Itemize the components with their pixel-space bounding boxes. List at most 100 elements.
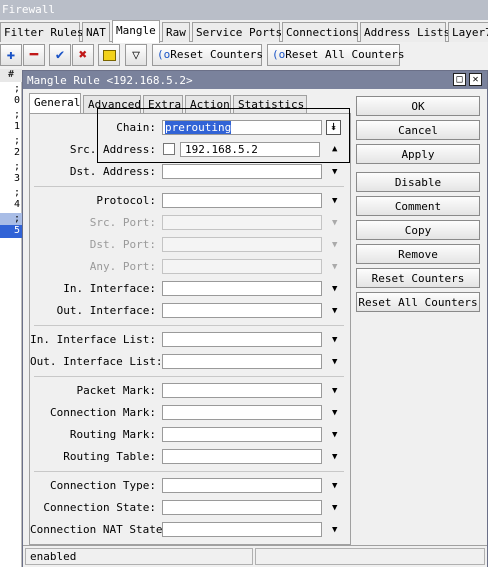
connection-mark-input[interactable] (162, 405, 322, 420)
tab-general[interactable]: General (29, 93, 81, 114)
protocol-dropdown-icon[interactable]: ▼ (332, 197, 342, 206)
chain-label: Chain: (116, 121, 156, 134)
protocol-label: Protocol: (96, 194, 156, 207)
disable-x-icon[interactable]: ✖ (72, 44, 94, 66)
src-address-collapse-icon[interactable]: ▲ (332, 145, 342, 154)
src-address-label: Src. Address: (69, 143, 156, 156)
in-interface-label: In. Interface: (63, 282, 156, 295)
protocol-input[interactable] (162, 193, 322, 208)
chain-value: prerouting (165, 121, 232, 134)
maximize-icon[interactable]: □ (453, 73, 466, 86)
tab-filter-rules[interactable]: Filter Rules (0, 22, 83, 42)
any-port-dropdown-icon: ▼ (332, 262, 338, 272)
routing-mark-input[interactable] (162, 427, 322, 442)
out-interface-list-dropdown-icon[interactable]: ▼ (332, 358, 342, 367)
status-text: enabled (25, 548, 253, 565)
mangle-rule-dialog: Mangle Rule <192.168.5.2> □ ✕ General Ad… (22, 70, 488, 567)
connection-nat-state-dropdown-icon[interactable]: ▼ (332, 526, 342, 535)
tab-statistics[interactable]: Statistics (233, 95, 307, 113)
list-item[interactable]: 3 (0, 173, 22, 186)
list-header: # (0, 69, 22, 82)
connection-type-input[interactable] (162, 478, 322, 493)
comment-note-icon[interactable] (98, 44, 120, 66)
reset-all-counters-button[interactable]: (oReset All Counters (267, 44, 404, 66)
list-item[interactable]: 1 (0, 121, 22, 134)
add-icon[interactable]: ✚ (0, 44, 22, 66)
dialog-title: Mangle Rule <192.168.5.2> (27, 74, 193, 87)
packet-mark-label: Packet Mark: (76, 384, 156, 397)
reset-all-icon: (o (272, 48, 286, 61)
filter-funnel-icon[interactable]: ▽ (125, 44, 147, 66)
reset-counters-button[interactable]: Reset Counters (356, 268, 480, 288)
routing-mark-dropdown-icon[interactable]: ▼ (332, 431, 342, 440)
in-interface-input[interactable] (162, 281, 322, 296)
dst-port-input (162, 237, 322, 252)
list-item[interactable]: 4 (0, 199, 22, 212)
reset-all-counters-button[interactable]: Reset All Counters (356, 292, 480, 312)
tab-mangle[interactable]: Mangle (112, 20, 160, 43)
dialog-tab-bar: General Advanced Extra Action Statistics (29, 93, 349, 114)
cancel-button[interactable]: Cancel (356, 120, 480, 140)
section-divider (34, 471, 344, 472)
status-bar: enabled (23, 545, 487, 567)
ok-button[interactable]: OK (356, 96, 480, 116)
in-interface-dropdown-icon[interactable]: ▼ (332, 285, 342, 294)
tab-connections[interactable]: Connections (282, 22, 359, 42)
general-panel: Chain: prerouting ⯯ Src. Address: 192.16… (29, 108, 351, 545)
src-port-dropdown-icon: ▼ (332, 218, 338, 228)
close-icon[interactable]: ✕ (469, 73, 482, 86)
dst-address-dropdown-icon[interactable]: ▼ (332, 168, 342, 177)
comment-button[interactable]: Comment (356, 196, 480, 216)
src-address-invert-checkbox[interactable] (163, 143, 175, 155)
enable-check-icon[interactable]: ✔ (49, 44, 71, 66)
section-divider (34, 186, 344, 187)
packet-mark-input[interactable] (162, 383, 322, 398)
out-interface-input[interactable] (162, 303, 322, 318)
any-port-input (162, 259, 322, 274)
connection-state-dropdown-icon[interactable]: ▼ (332, 504, 342, 513)
disable-button[interactable]: Disable (356, 172, 480, 192)
tab-address-lists[interactable]: Address Lists (360, 22, 450, 42)
tab-layer7[interactable]: Layer7 (448, 22, 488, 42)
rules-list[interactable]: # ;; 0 ;; 1 ;; 2 ;; 3 ;; 4 ;; 5 (0, 69, 26, 567)
in-interface-list-label: In. Interface List: (30, 333, 156, 346)
in-interface-list-dropdown-icon[interactable]: ▼ (332, 336, 342, 345)
src-address-input[interactable]: 192.168.5.2 (180, 142, 320, 157)
in-interface-list-input[interactable] (162, 332, 322, 347)
apply-button[interactable]: Apply (356, 144, 480, 164)
connection-nat-state-label: Connection NAT State: (30, 523, 170, 536)
reset-all-counters-label: Reset All Counters (285, 48, 405, 61)
list-item-selected[interactable]: 5 (0, 225, 22, 238)
src-address-value: 192.168.5.2 (185, 143, 258, 156)
tab-nat[interactable]: NAT (82, 22, 110, 42)
chain-select[interactable]: prerouting (162, 120, 322, 135)
connection-type-dropdown-icon[interactable]: ▼ (332, 482, 342, 491)
chain-dropdown-icon[interactable]: ⯯ (326, 120, 341, 135)
dst-address-input[interactable] (162, 164, 322, 179)
connection-mark-dropdown-icon[interactable]: ▼ (332, 409, 342, 418)
packet-mark-dropdown-icon[interactable]: ▼ (332, 387, 342, 396)
tab-extra[interactable]: Extra (143, 95, 183, 113)
connection-nat-state-input[interactable] (162, 522, 322, 537)
dst-port-label: Dst. Port: (89, 238, 156, 251)
tab-action[interactable]: Action (185, 95, 231, 113)
routing-table-dropdown-icon[interactable]: ▼ (332, 453, 342, 462)
out-interface-list-input[interactable] (162, 354, 322, 369)
remove-button[interactable]: Remove (356, 244, 480, 264)
tab-service-ports[interactable]: Service Ports (192, 22, 282, 42)
out-interface-label: Out. Interface: (56, 304, 156, 317)
reset-counters-button[interactable]: (oReset Counters (152, 44, 263, 66)
tab-raw[interactable]: Raw (162, 22, 190, 42)
routing-table-input[interactable] (162, 449, 322, 464)
list-item[interactable]: 2 (0, 147, 22, 160)
tab-advanced[interactable]: Advanced (83, 95, 141, 113)
connection-state-input[interactable] (162, 500, 322, 515)
remove-icon[interactable]: ━ (23, 44, 45, 66)
src-port-label: Src. Port: (89, 216, 156, 229)
dialog-title-bar[interactable]: Mangle Rule <192.168.5.2> □ ✕ (23, 71, 487, 89)
firewall-tab-bar: Filter Rules NAT Mangle Raw Service Port… (0, 20, 488, 43)
list-item[interactable]: 0 (0, 95, 22, 108)
connection-type-label: Connection Type: (50, 479, 156, 492)
out-interface-dropdown-icon[interactable]: ▼ (332, 307, 342, 316)
copy-button[interactable]: Copy (356, 220, 480, 240)
